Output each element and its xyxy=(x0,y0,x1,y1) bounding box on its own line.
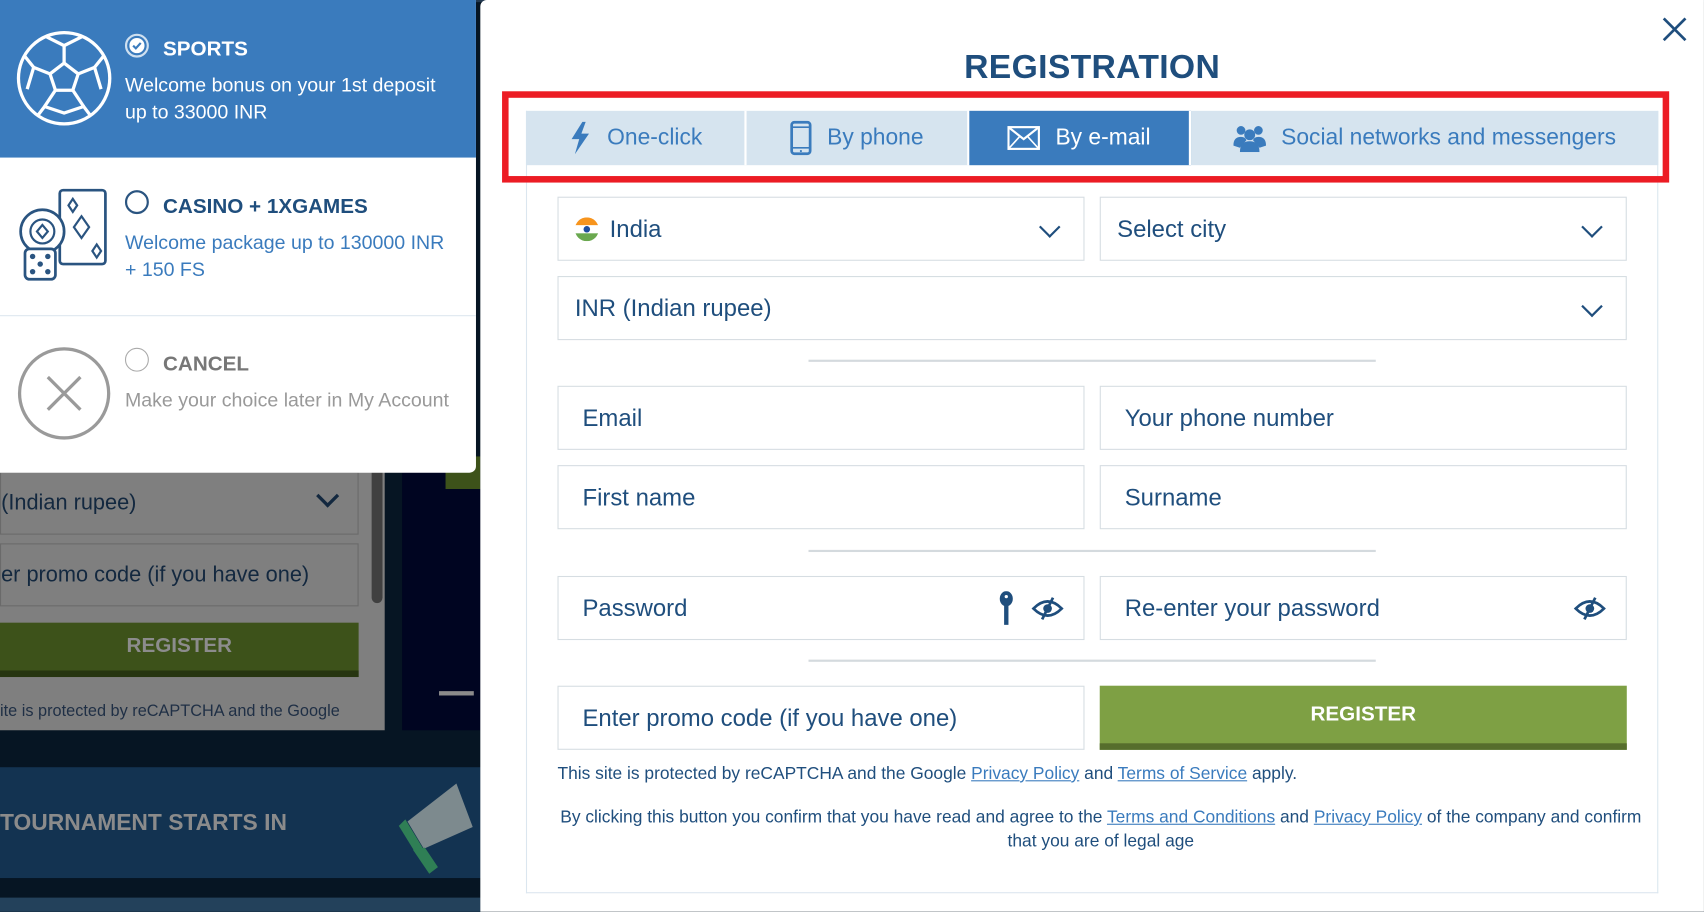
first-name-placeholder: First name xyxy=(582,483,696,511)
surname-field[interactable]: Surname xyxy=(1099,465,1627,530)
chevron-down-icon xyxy=(316,484,340,508)
india-flag-icon xyxy=(574,216,599,241)
lightning-icon xyxy=(571,121,589,155)
background-currency-value: (Indian rupee) xyxy=(1,490,137,515)
background-scrollbar xyxy=(371,456,383,604)
reenter-password-placeholder: Re-enter your password xyxy=(1124,593,1380,622)
background-bottom-strip xyxy=(0,897,481,912)
and-text: and xyxy=(1079,765,1118,784)
recaptcha-notice: This site is protected by reCAPTCHA and … xyxy=(557,765,1297,785)
background-registration-form: (Indian rupee) er promo code (if you hav… xyxy=(0,456,385,731)
background-promo-placeholder: er promo code (if you have one) xyxy=(1,562,310,587)
close-icon[interactable] xyxy=(1660,15,1688,43)
background-promo-field: er promo code (if you have one) xyxy=(0,543,359,607)
recaptcha-text: This site is protected by reCAPTCHA and … xyxy=(557,765,972,784)
city-select[interactable]: Select city xyxy=(1099,196,1627,261)
registration-modal: REGISTRATION One-click By phone By e-mai… xyxy=(480,0,1704,912)
bonus-picker: SPORTS Welcome bonus on your 1st deposit… xyxy=(0,0,476,473)
bonus-description: Welcome bonus on your 1st deposit up to … xyxy=(124,73,436,123)
currency-value: INR (Indian rupee) xyxy=(574,293,772,322)
divider xyxy=(808,359,1376,362)
eye-slash-icon[interactable] xyxy=(1031,597,1064,621)
cancel-x-icon xyxy=(17,347,111,440)
background-register-button: REGISTER xyxy=(0,622,359,678)
chevron-down-icon xyxy=(1038,216,1061,238)
background-recaptcha-text: ite is protected by reCAPTCHA and the Go… xyxy=(0,702,340,721)
phone-field[interactable]: Your phone number xyxy=(1099,385,1627,450)
currency-select[interactable]: INR (Indian rupee) xyxy=(557,276,1627,341)
promo-code-field[interactable]: Enter promo code (if you have one) xyxy=(557,685,1085,750)
bonus-title: CANCEL xyxy=(163,353,250,376)
tab-by-email[interactable]: By e-mail xyxy=(969,110,1192,166)
tab-label: By phone xyxy=(827,124,924,150)
divider xyxy=(808,659,1376,662)
phone-placeholder: Your phone number xyxy=(1124,403,1334,431)
tab-by-phone[interactable]: By phone xyxy=(747,110,970,166)
tournament-banner: TOURNAMENT STARTS IN xyxy=(0,767,481,879)
reenter-password-field[interactable]: Re-enter your password xyxy=(1099,575,1627,641)
tournament-banner-text: TOURNAMENT STARTS IN xyxy=(0,810,287,836)
background-dash xyxy=(439,691,474,696)
email-field[interactable]: Email xyxy=(557,385,1085,450)
terms-of-service-link[interactable]: Terms of Service xyxy=(1118,765,1247,783)
bonus-option-cancel[interactable]: CANCEL Make your choice later in My Acco… xyxy=(0,317,476,472)
bonus-option-casino[interactable]: CASINO + 1XGAMES Welcome package up to 1… xyxy=(0,158,476,317)
envelope-icon xyxy=(1007,126,1041,150)
key-icon[interactable] xyxy=(999,591,1014,626)
and-text: and xyxy=(1275,808,1314,827)
email-placeholder: Email xyxy=(582,403,643,431)
bonus-title: CASINO + 1XGAMES xyxy=(163,195,368,219)
terms-and-conditions-link[interactable]: Terms and Conditions xyxy=(1107,809,1275,827)
soccer-ball-icon xyxy=(16,30,112,126)
mobile-phone-icon xyxy=(790,120,812,156)
background-dark-panel xyxy=(402,456,481,731)
registration-tabs: One-click By phone By e-mail Social netw… xyxy=(525,110,1659,166)
password-field[interactable]: Password xyxy=(557,575,1085,641)
tab-label: Social networks and messengers xyxy=(1281,124,1617,150)
background-currency-select: (Indian rupee) xyxy=(0,471,359,535)
city-placeholder: Select city xyxy=(1117,214,1227,242)
first-name-field[interactable]: First name xyxy=(557,465,1085,530)
tab-social-networks[interactable]: Social networks and messengers xyxy=(1191,111,1658,165)
megaphone-icon xyxy=(398,783,473,874)
users-group-icon xyxy=(1233,126,1266,153)
chevron-down-icon xyxy=(1581,216,1603,238)
tab-label: By e-mail xyxy=(1055,124,1151,150)
page-title: REGISTRATION xyxy=(964,47,1221,86)
chevron-down-icon xyxy=(1581,295,1603,318)
bonus-title: SPORTS xyxy=(163,38,248,61)
checkmark-icon xyxy=(129,38,145,54)
privacy-policy-link[interactable]: Privacy Policy xyxy=(971,765,1079,783)
bonus-description: Make your choice later in My Account xyxy=(124,389,449,411)
surname-placeholder: Surname xyxy=(1124,483,1222,511)
promo-code-placeholder: Enter promo code (if you have one) xyxy=(582,703,958,731)
country-value: India xyxy=(609,214,662,242)
divider xyxy=(808,549,1376,553)
register-button[interactable]: REGISTER xyxy=(1099,685,1627,750)
privacy-policy-link-2[interactable]: Privacy Policy xyxy=(1314,809,1422,827)
consent-notice: By clicking this button you confirm that… xyxy=(557,806,1644,854)
radio-unselected[interactable] xyxy=(124,190,149,215)
eye-slash-icon[interactable] xyxy=(1573,597,1607,621)
casino-chips-cards-icon xyxy=(19,188,107,281)
tab-label: One-click xyxy=(607,124,703,150)
tab-one-click[interactable]: One-click xyxy=(526,110,747,166)
radio-unselected[interactable] xyxy=(124,347,149,372)
password-placeholder: Password xyxy=(582,593,688,622)
country-select[interactable]: India xyxy=(557,196,1085,261)
radio-selected[interactable] xyxy=(124,33,149,58)
bonus-option-sports[interactable]: SPORTS Welcome bonus on your 1st deposit… xyxy=(0,0,476,158)
bonus-description: Welcome package up to 130000 INR + 150 F… xyxy=(124,231,445,281)
consent-text: By clicking this button you confirm that… xyxy=(560,808,1107,827)
apply-text: apply. xyxy=(1247,765,1298,784)
